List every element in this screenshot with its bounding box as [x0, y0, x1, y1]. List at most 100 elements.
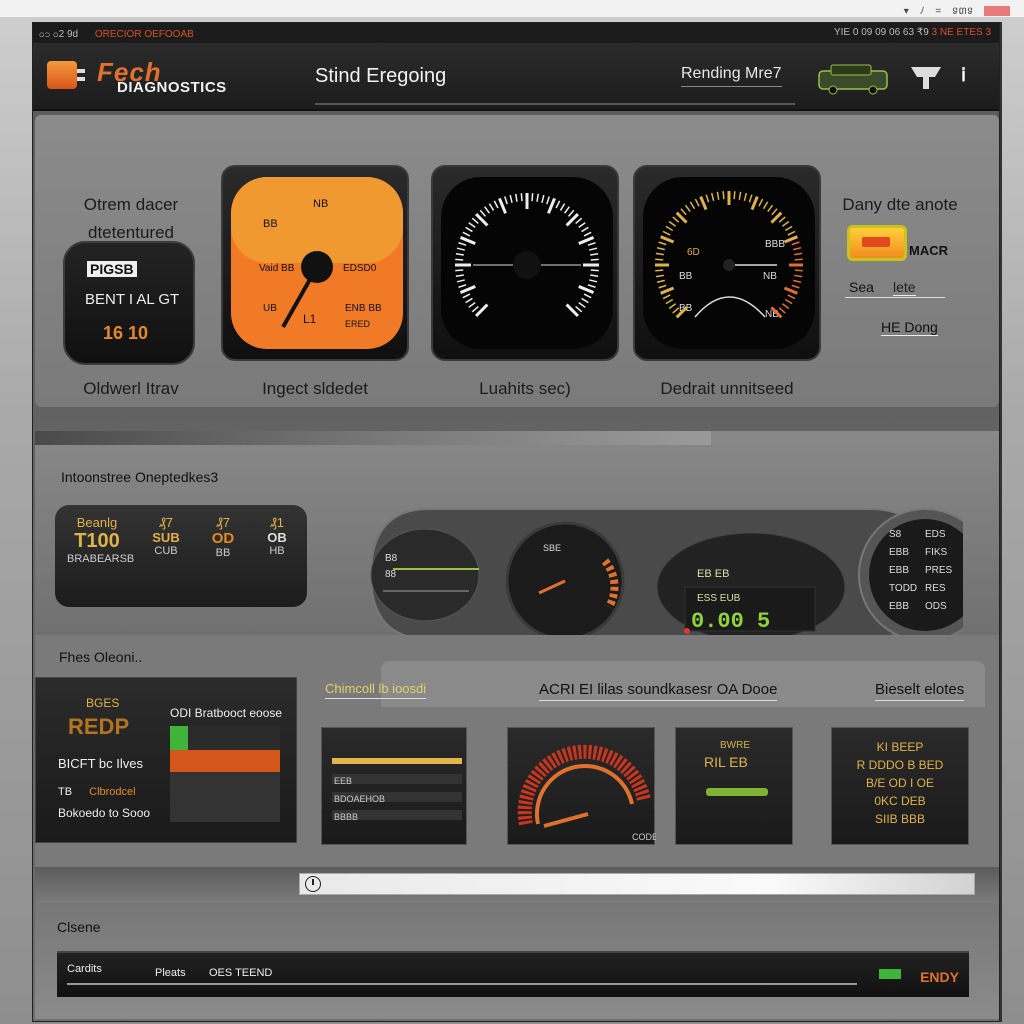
- status-dark-bar: [170, 772, 280, 822]
- plug-icon: [47, 61, 85, 89]
- odometer-mid: BENT I AL GT: [85, 291, 180, 308]
- diagnostics-title: Fhes Oleoni..: [59, 649, 143, 665]
- code-line: 0KC DEB: [874, 794, 926, 808]
- odometer-caption: Oldwerl Itrav: [83, 379, 179, 398]
- card-bars[interactable]: EEB BDOAEHOB BBBB: [321, 727, 467, 845]
- status-orange-bar: [170, 750, 280, 772]
- tick-mark: [722, 191, 725, 200]
- timeline-label-b: Pleats: [155, 967, 186, 979]
- gauge3-label-3: NB: [763, 271, 777, 282]
- card-bar-label: BDOAEHOB: [334, 794, 386, 804]
- gauge1-label-4: UB: [263, 303, 277, 314]
- gauges-panel: Otrem dacer dtetentured PIGSB BENT I AL …: [35, 115, 999, 407]
- card-codes-lines: KI BEEP R DDDO B BED B/E OD I OE 0KC DEB…: [842, 738, 958, 828]
- cluster-left-0: B8: [385, 553, 398, 564]
- tick-mark: [520, 193, 523, 202]
- top-strip-controls: ▾ ﾉ = ទ៣ទ: [896, 2, 1010, 19]
- gauge1-label-6: ENB BB: [345, 303, 382, 314]
- timeline-title: Clsene: [57, 919, 101, 935]
- clock-icon[interactable]: [305, 876, 321, 892]
- code-line: R DDDO B BED: [856, 758, 944, 772]
- tab-bieselt[interactable]: Bieselt elotes: [875, 681, 965, 701]
- tick-mark: [531, 193, 534, 202]
- side-hit[interactable]: HE Dong: [881, 319, 938, 336]
- side-divider: [845, 297, 945, 298]
- search-row: [35, 867, 999, 903]
- tab-chimcoll[interactable]: Chimcoll lb ioosdi: [325, 681, 427, 699]
- close-icon[interactable]: [984, 6, 1010, 17]
- gauge1-label-7: ERED: [345, 319, 371, 329]
- stat-top: ₰7: [158, 515, 173, 530]
- stat-col: ₰7 OD BB: [201, 515, 245, 559]
- cluster-right-key: EBB: [889, 565, 909, 576]
- card-bar-label: EEB: [334, 776, 353, 786]
- warning-icon[interactable]: [847, 225, 907, 261]
- side-label: Dany dte anote: [842, 195, 958, 214]
- cluster-right-key: TODD: [889, 583, 917, 594]
- odometer-label: Otrem dacer: [83, 195, 179, 214]
- tick-mark: [794, 258, 803, 261]
- cluster-right-key: EBB: [889, 601, 909, 612]
- tick-mark: [655, 258, 664, 261]
- timeline-panel: Clsene Cardits Pleats OES TEEND ENDY: [35, 903, 999, 1019]
- cluster-digital-sub: ESS EUB: [697, 593, 741, 604]
- timeline-marker: [879, 969, 901, 979]
- gauge1-label-5: L1: [303, 312, 317, 326]
- card3-top: BWRE: [720, 740, 750, 751]
- menu-icon[interactable]: =: [935, 6, 941, 17]
- stat-col: ₰7 SUB CUB: [141, 515, 191, 557]
- readings-row[interactable]: Bokoedo to Sooo: [58, 806, 150, 820]
- page-title: Stind Eregoing: [315, 65, 447, 87]
- car-icon[interactable]: [817, 63, 891, 95]
- side-sea-a: Sea: [849, 279, 874, 295]
- readings-row[interactable]: TB Clbrodcel: [58, 786, 136, 798]
- stat-sub: HB: [269, 545, 285, 557]
- gauge3-label-2: BB: [679, 271, 693, 282]
- side-sea-b[interactable]: lete: [893, 279, 916, 296]
- search-input[interactable]: [299, 873, 975, 895]
- cluster-right-value: PRES: [925, 565, 953, 576]
- readings-row[interactable]: BICFT bc Ilves: [58, 756, 143, 771]
- gauge3-label-0: 6D: [687, 247, 700, 258]
- readings-row-a: TB: [58, 786, 73, 798]
- diagnostics-panel: Fhes Oleoni.. BGES REDP ODI Bratbooct eo…: [35, 635, 999, 867]
- dropdown-icon[interactable]: ▾: [904, 6, 909, 17]
- tick-mark: [455, 269, 464, 272]
- card-gauge[interactable]: CODE: [507, 727, 658, 845]
- timeline[interactable]: Cardits Pleats OES TEEND ENDY: [57, 951, 969, 997]
- status-green-bar: [170, 726, 280, 750]
- instrument-panel: Intoonstree Oneptedkes3 Beanlg T100 BRAB…: [35, 431, 999, 645]
- header-divider: [315, 103, 795, 105]
- titlebar: ဝ၁ ဝ2 9d ORECIOR OEFOOAB YIE 0 09 09 06 …: [33, 23, 999, 43]
- header: Fech DIAGNOSTICS Stind Eregoing Rending …: [33, 43, 999, 111]
- gauge1-label-2: Vaid BB: [259, 263, 295, 274]
- speed-gauge: 6D BBB BB NB BB NB: [633, 165, 821, 361]
- header-link[interactable]: Rending Mre7: [681, 65, 782, 87]
- logo[interactable]: Fech DIAGNOSTICS: [47, 57, 247, 97]
- tick-mark: [590, 258, 599, 261]
- stat-top: Beanlg: [76, 515, 118, 530]
- cluster-right-value: ODS: [925, 601, 947, 612]
- battery-icon: [706, 788, 768, 796]
- timeline-label-c: OES TEEND: [209, 967, 273, 979]
- card-battery[interactable]: BWRE RIL EB: [675, 727, 793, 845]
- section-divider: [35, 431, 711, 445]
- stats-box: Beanlg T100 BRABEARSB ₰7 SUB CUB ₰7 OD B…: [55, 505, 307, 607]
- stat-value: OB: [267, 530, 287, 545]
- stat-sub: BB: [215, 547, 231, 559]
- timeline-label-a: Cardits: [67, 963, 102, 975]
- stat-top: ₰7: [215, 515, 230, 530]
- tab-acri[interactable]: ACRI EI lilas soundkasesr OA Dooe: [539, 681, 778, 701]
- cup-icon[interactable]: [909, 63, 943, 91]
- info-icon[interactable]: ⅰ: [961, 65, 966, 86]
- readings-list: BGES REDP ODI Bratbooct eoose BICFT bc I…: [35, 677, 297, 843]
- code-line: KI BEEP: [876, 740, 924, 754]
- titlebar-brand: ORECIOR OEFOOAB: [94, 29, 194, 40]
- stat-col: Beanlg T100 BRABEARSB: [67, 515, 134, 565]
- gauge1-label-3: EDSD0: [343, 263, 377, 274]
- top-strip: ▾ ﾉ = ទ៣ទ: [0, 0, 1024, 18]
- pin-icon[interactable]: ﾉ: [920, 6, 925, 17]
- speed-caption: Dedrait unnitseed: [660, 379, 794, 398]
- injector-gauge: NB BB Vaid BB EDSD0 UB L1 ENB BB ERED: [221, 165, 409, 361]
- card-codes[interactable]: KI BEEP R DDDO B BED B/E OD I OE 0KC DEB…: [831, 727, 969, 845]
